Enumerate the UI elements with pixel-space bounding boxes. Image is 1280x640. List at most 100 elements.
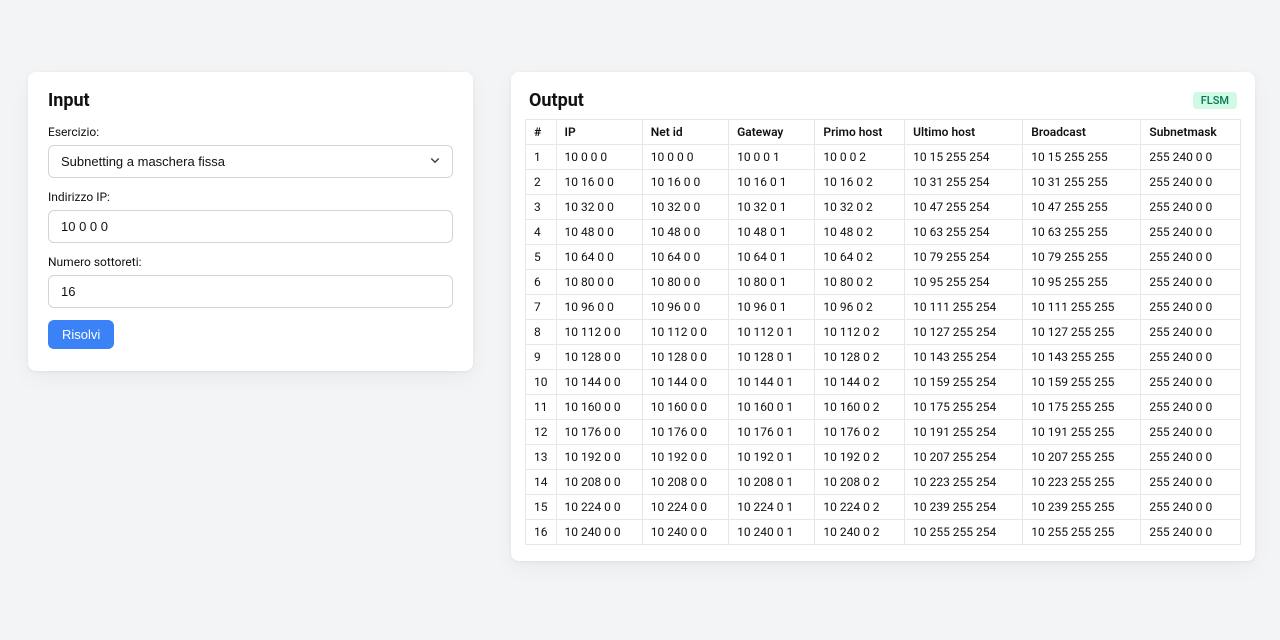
cell-ip: 10 48 0 0 — [556, 220, 642, 245]
exercise-select[interactable]: Subnetting a maschera fissa — [48, 145, 453, 178]
cell-last: 10 175 255 254 — [905, 395, 1023, 420]
cell-n: 11 — [526, 395, 557, 420]
cell-last: 10 111 255 254 — [905, 295, 1023, 320]
cell-gw: 10 64 0 1 — [729, 245, 815, 270]
cell-ip: 10 112 0 0 — [556, 320, 642, 345]
cell-gw: 10 224 0 1 — [729, 495, 815, 520]
cell-mask: 255 240 0 0 — [1141, 395, 1241, 420]
table-row: 1610 240 0 010 240 0 010 240 0 110 240 0… — [526, 520, 1241, 545]
cell-netid: 10 32 0 0 — [642, 195, 728, 220]
input-card: Input Esercizio: Subnetting a maschera f… — [28, 72, 473, 371]
cell-bc: 10 95 255 255 — [1023, 270, 1141, 295]
col-index: # — [526, 120, 557, 145]
cell-gw: 10 0 0 1 — [729, 145, 815, 170]
cell-n: 7 — [526, 295, 557, 320]
cell-ip: 10 144 0 0 — [556, 370, 642, 395]
cell-n: 10 — [526, 370, 557, 395]
cell-last: 10 223 255 254 — [905, 470, 1023, 495]
cell-first: 10 160 0 2 — [815, 395, 905, 420]
cell-first: 10 192 0 2 — [815, 445, 905, 470]
cell-mask: 255 240 0 0 — [1141, 345, 1241, 370]
col-last-host: Ultimo host — [905, 120, 1023, 145]
cell-ip: 10 32 0 0 — [556, 195, 642, 220]
cell-ip: 10 176 0 0 — [556, 420, 642, 445]
table-row: 510 64 0 010 64 0 010 64 0 110 64 0 210 … — [526, 245, 1241, 270]
cell-netid: 10 192 0 0 — [642, 445, 728, 470]
cell-first: 10 112 0 2 — [815, 320, 905, 345]
cell-gw: 10 128 0 1 — [729, 345, 815, 370]
cell-netid: 10 176 0 0 — [642, 420, 728, 445]
subnets-group: Numero sottoreti: — [48, 255, 453, 308]
col-ip: IP — [556, 120, 642, 145]
cell-n: 9 — [526, 345, 557, 370]
table-row: 910 128 0 010 128 0 010 128 0 110 128 0 … — [526, 345, 1241, 370]
cell-last: 10 47 255 254 — [905, 195, 1023, 220]
table-row: 710 96 0 010 96 0 010 96 0 110 96 0 210 … — [526, 295, 1241, 320]
cell-netid: 10 144 0 0 — [642, 370, 728, 395]
cell-first: 10 16 0 2 — [815, 170, 905, 195]
cell-mask: 255 240 0 0 — [1141, 270, 1241, 295]
cell-mask: 255 240 0 0 — [1141, 195, 1241, 220]
cell-mask: 255 240 0 0 — [1141, 145, 1241, 170]
cell-first: 10 208 0 2 — [815, 470, 905, 495]
cell-n: 1 — [526, 145, 557, 170]
table-row: 210 16 0 010 16 0 010 16 0 110 16 0 210 … — [526, 170, 1241, 195]
cell-mask: 255 240 0 0 — [1141, 370, 1241, 395]
cell-gw: 10 112 0 1 — [729, 320, 815, 345]
cell-bc: 10 127 255 255 — [1023, 320, 1141, 345]
cell-netid: 10 224 0 0 — [642, 495, 728, 520]
col-netid: Net id — [642, 120, 728, 145]
input-title: Input — [48, 90, 453, 111]
cell-bc: 10 191 255 255 — [1023, 420, 1141, 445]
cell-n: 14 — [526, 470, 557, 495]
solve-button[interactable]: Risolvi — [48, 320, 114, 349]
cell-mask: 255 240 0 0 — [1141, 470, 1241, 495]
cell-ip: 10 64 0 0 — [556, 245, 642, 270]
table-row: 310 32 0 010 32 0 010 32 0 110 32 0 210 … — [526, 195, 1241, 220]
cell-last: 10 143 255 254 — [905, 345, 1023, 370]
cell-netid: 10 48 0 0 — [642, 220, 728, 245]
ip-input[interactable] — [48, 210, 453, 243]
subnets-input[interactable] — [48, 275, 453, 308]
cell-mask: 255 240 0 0 — [1141, 420, 1241, 445]
cell-netid: 10 16 0 0 — [642, 170, 728, 195]
exercise-select-wrap: Subnetting a maschera fissa — [48, 145, 453, 178]
cell-bc: 10 79 255 255 — [1023, 245, 1141, 270]
cell-first: 10 32 0 2 — [815, 195, 905, 220]
col-subnetmask: Subnetmask — [1141, 120, 1241, 145]
cell-mask: 255 240 0 0 — [1141, 295, 1241, 320]
cell-ip: 10 128 0 0 — [556, 345, 642, 370]
cell-last: 10 95 255 254 — [905, 270, 1023, 295]
col-gateway: Gateway — [729, 120, 815, 145]
output-table: # IP Net id Gateway Primo host Ultimo ho… — [525, 119, 1241, 545]
cell-netid: 10 160 0 0 — [642, 395, 728, 420]
cell-last: 10 207 255 254 — [905, 445, 1023, 470]
cell-mask: 255 240 0 0 — [1141, 245, 1241, 270]
cell-last: 10 127 255 254 — [905, 320, 1023, 345]
cell-gw: 10 144 0 1 — [729, 370, 815, 395]
cell-last: 10 159 255 254 — [905, 370, 1023, 395]
cell-gw: 10 16 0 1 — [729, 170, 815, 195]
cell-bc: 10 111 255 255 — [1023, 295, 1141, 320]
cell-mask: 255 240 0 0 — [1141, 520, 1241, 545]
cell-n: 3 — [526, 195, 557, 220]
cell-bc: 10 47 255 255 — [1023, 195, 1141, 220]
cell-first: 10 176 0 2 — [815, 420, 905, 445]
cell-netid: 10 64 0 0 — [642, 245, 728, 270]
cell-netid: 10 112 0 0 — [642, 320, 728, 345]
cell-ip: 10 224 0 0 — [556, 495, 642, 520]
cell-gw: 10 32 0 1 — [729, 195, 815, 220]
flsm-badge: FLSM — [1193, 92, 1237, 109]
cell-bc: 10 63 255 255 — [1023, 220, 1141, 245]
cell-last: 10 15 255 254 — [905, 145, 1023, 170]
col-first-host: Primo host — [815, 120, 905, 145]
cell-n: 6 — [526, 270, 557, 295]
cell-last: 10 191 255 254 — [905, 420, 1023, 445]
cell-bc: 10 255 255 255 — [1023, 520, 1141, 545]
table-row: 1110 160 0 010 160 0 010 160 0 110 160 0… — [526, 395, 1241, 420]
output-header: Output FLSM — [525, 90, 1241, 111]
cell-ip: 10 96 0 0 — [556, 295, 642, 320]
cell-n: 8 — [526, 320, 557, 345]
table-row: 1410 208 0 010 208 0 010 208 0 110 208 0… — [526, 470, 1241, 495]
cell-ip: 10 208 0 0 — [556, 470, 642, 495]
